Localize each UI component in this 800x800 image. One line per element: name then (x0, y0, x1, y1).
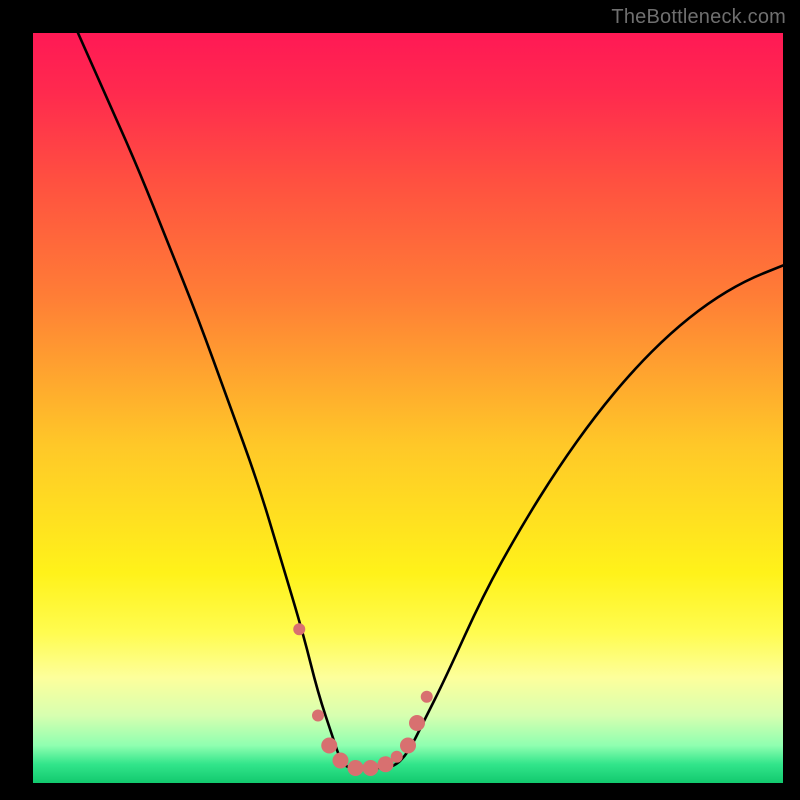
chart-stage: TheBottleneck.com (0, 0, 800, 800)
watermark-label: TheBottleneck.com (611, 6, 786, 29)
highlight-dot (391, 751, 403, 763)
highlight-dot (321, 738, 337, 754)
highlight-dot (400, 738, 416, 754)
highlight-dot (293, 623, 305, 635)
highlight-dot (409, 715, 425, 731)
highlight-dot (333, 753, 349, 769)
gradient-background (33, 33, 783, 783)
highlight-dot (363, 760, 379, 776)
highlight-dot (312, 710, 324, 722)
highlight-dot (348, 760, 364, 776)
plot-area (33, 33, 783, 783)
bottleneck-chart (33, 33, 783, 783)
highlight-dot (421, 691, 433, 703)
